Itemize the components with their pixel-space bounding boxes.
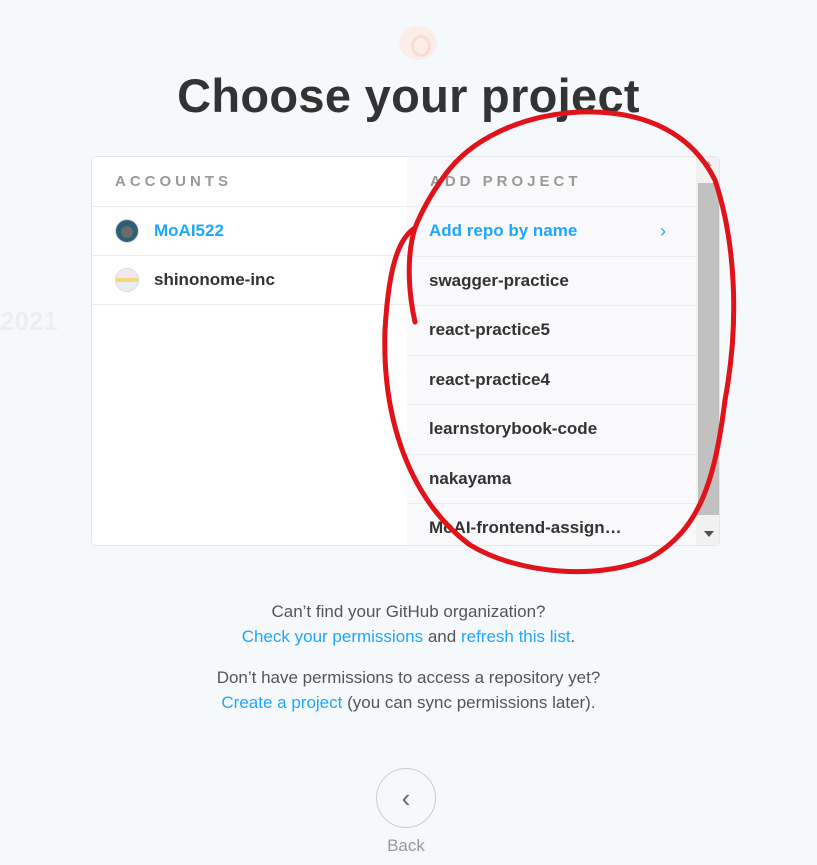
- app-logo-icon: [399, 26, 437, 60]
- repo-list-scrollbar[interactable]: [696, 157, 719, 545]
- and-text: and: [427, 627, 457, 646]
- org-question: Can’t find your GitHub organization?: [271, 602, 546, 621]
- avatar: [115, 268, 139, 292]
- chevron-left-icon: ‹: [401, 782, 411, 813]
- back-label: Back: [387, 836, 425, 855]
- period-text: .: [570, 627, 576, 646]
- repo-item[interactable]: MoAI-frontend-assign…: [407, 504, 696, 545]
- repo-name: react-practice4: [429, 369, 550, 389]
- repo-name: nakayama: [429, 468, 512, 488]
- repo-name: swagger-practice: [429, 270, 569, 290]
- accounts-header: ACCOUNTS: [92, 157, 407, 207]
- project-picker-card: ACCOUNTS MoAI522 shinonome-inc ADD PROJE…: [91, 156, 720, 546]
- repo-name: learnstorybook-code: [429, 419, 598, 439]
- sync-note: (you can sync permissions later).: [347, 693, 596, 712]
- repo-item[interactable]: swagger-practice: [407, 257, 696, 306]
- check-permissions-link[interactable]: Check your permissions: [242, 627, 423, 646]
- repo-item[interactable]: learnstorybook-code: [407, 405, 696, 455]
- scroll-up-arrow-icon[interactable]: [704, 161, 712, 166]
- account-name: shinonome-inc: [154, 270, 275, 289]
- projects-column: ADD PROJECT Add repo by name › swagger-p…: [407, 157, 719, 545]
- background-year-text: 2021: [0, 306, 58, 336]
- accounts-column: ACCOUNTS MoAI522 shinonome-inc: [92, 157, 407, 545]
- account-item-shinonome-inc[interactable]: shinonome-inc: [92, 256, 407, 305]
- repo-item[interactable]: react-practice4: [407, 356, 696, 405]
- back-button[interactable]: ‹: [376, 768, 436, 828]
- create-project-link[interactable]: Create a project: [221, 693, 342, 712]
- scroll-down-arrow-icon[interactable]: [704, 531, 714, 537]
- repo-question: Don’t have permissions to access a repos…: [216, 668, 601, 687]
- page-title: Choose your project: [177, 69, 640, 122]
- repo-item[interactable]: nakayama: [407, 455, 696, 504]
- account-name: MoAI522: [154, 221, 224, 240]
- avatar: [115, 219, 139, 243]
- account-item-moai522[interactable]: MoAI522: [92, 207, 407, 256]
- scrollbar-thumb[interactable]: [698, 183, 719, 515]
- refresh-list-link[interactable]: refresh this list: [461, 627, 571, 646]
- add-project-header: ADD PROJECT: [407, 157, 719, 207]
- chevron-right-icon: ›: [660, 221, 666, 241]
- org-help: Can’t find your GitHub organization? Che…: [0, 599, 817, 649]
- add-repo-label: Add repo by name: [429, 221, 578, 241]
- repo-help: Don’t have permissions to access a repos…: [0, 665, 817, 715]
- add-repo-by-name-button[interactable]: Add repo by name ›: [407, 207, 696, 257]
- repo-item[interactable]: react-practice5: [407, 306, 696, 356]
- repo-name: react-practice5: [429, 320, 550, 340]
- repo-name: MoAI-frontend-assign…: [429, 518, 622, 538]
